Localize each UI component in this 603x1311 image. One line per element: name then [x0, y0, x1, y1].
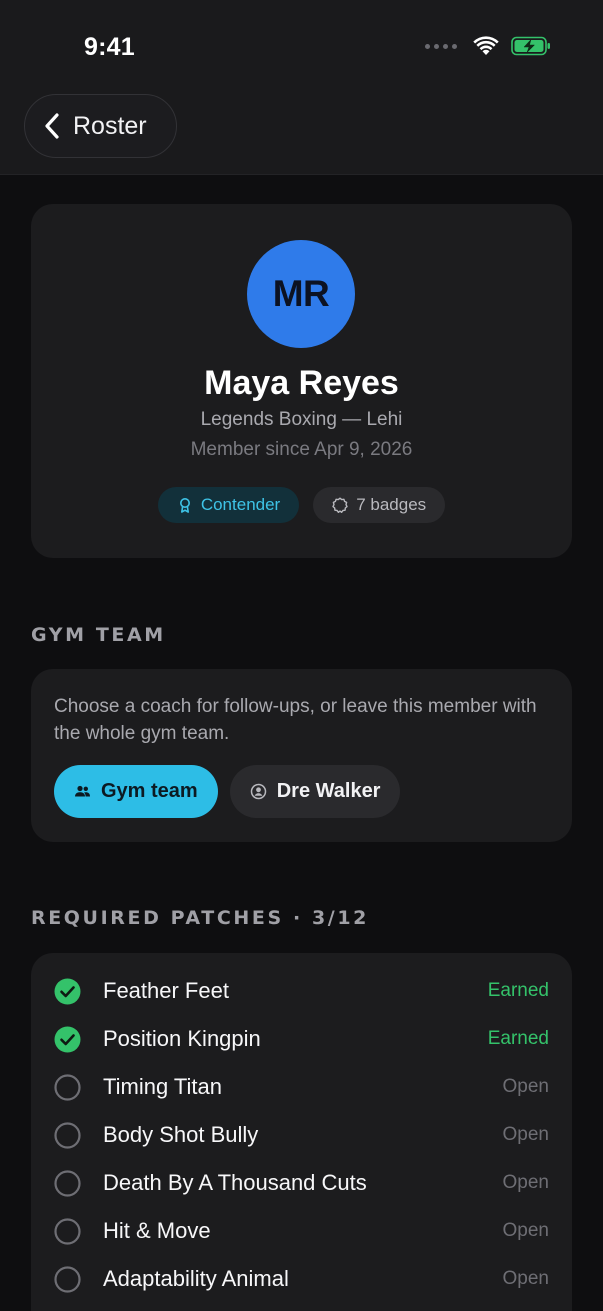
patch-status: Open — [502, 1220, 549, 1241]
patches-card: Feather Feet Earned Position Kingpin Ear… — [31, 953, 572, 1311]
member-since: Member since Apr 9, 2026 — [190, 439, 413, 460]
patch-row: Feather Feet Earned — [54, 971, 549, 1011]
empty-circle-icon — [54, 1265, 81, 1293]
patch-name: Feather Feet — [103, 978, 229, 1003]
avatar: MR — [247, 240, 355, 348]
badge-row: Contender 7 badges — [31, 487, 572, 523]
patch-row: Body Shot Bully Open — [54, 1115, 549, 1155]
top-bar: 9:41 Roster — [0, 0, 603, 175]
coach-selector: Gym team Dre Walker — [54, 765, 401, 818]
empty-circle-icon — [54, 1169, 81, 1197]
member-gym: Legends Boxing — Lehi — [200, 409, 403, 430]
rank-pill: Contender — [157, 487, 300, 523]
patch-status: Open — [502, 1124, 549, 1145]
badge-count: 7 badges — [356, 495, 427, 514]
empty-circle-icon — [54, 1217, 81, 1245]
badges-pill: 7 badges — [313, 487, 446, 523]
status-time: 9:41 — [84, 33, 135, 61]
gym-team-description: Choose a coach for follow-ups, or leave … — [54, 696, 537, 744]
patch-name: Timing Titan — [103, 1074, 223, 1099]
patch-row: Position Kingpin Earned — [54, 1019, 549, 1059]
battery-charging-icon — [511, 36, 550, 56]
check-circle-icon — [54, 1026, 81, 1052]
badge-icon — [332, 497, 348, 513]
back-label: Roster — [73, 111, 147, 140]
patch-row: Hit & Move Open — [54, 1211, 549, 1251]
patch-status: Earned — [487, 980, 549, 1001]
patch-row: Death By A Thousand Cuts Open — [54, 1163, 549, 1203]
wifi-icon — [473, 36, 499, 55]
patch-status: Earned — [487, 1028, 549, 1049]
profile-card: MR Maya Reyes Legends Boxing — Lehi Memb… — [31, 204, 572, 558]
patch-name: Body Shot Bully — [103, 1122, 259, 1147]
patch-name: Death By A Thousand Cuts — [103, 1170, 367, 1195]
patch-status: Open — [502, 1076, 549, 1097]
status-icons — [425, 36, 551, 56]
patch-name: Hit & Move — [103, 1218, 211, 1243]
person-circle-icon — [250, 783, 266, 800]
check-circle-icon — [54, 978, 81, 1004]
coach-option-dre-walker[interactable]: Dre Walker — [229, 765, 401, 818]
patch-row: Adaptability Animal Open — [54, 1259, 549, 1299]
patch-row: Timing Titan Open — [54, 1067, 549, 1107]
coach-option-label: Dre Walker — [276, 780, 381, 802]
patch-status: Open — [502, 1172, 549, 1193]
back-button[interactable]: Roster — [24, 94, 177, 158]
gym-team-title: GYM TEAM — [31, 624, 166, 646]
award-icon — [179, 498, 190, 513]
empty-circle-icon — [54, 1121, 81, 1149]
chevron-left-icon — [45, 113, 59, 139]
gym-team-option[interactable]: Gym team — [54, 765, 218, 818]
cellular-signal-icon — [425, 43, 457, 49]
gym-team-option-label: Gym team — [101, 780, 198, 802]
gym-team-card: Choose a coach for follow-ups, or leave … — [31, 669, 572, 842]
required-patches-title: REQUIRED PATCHES · 3/12 — [31, 907, 369, 929]
rank-label: Contender — [200, 495, 281, 514]
empty-circle-icon — [54, 1073, 81, 1101]
group-icon — [75, 785, 90, 797]
member-name: Maya Reyes — [204, 364, 399, 402]
patch-status: Open — [502, 1268, 549, 1289]
patch-name: Adaptability Animal — [103, 1266, 289, 1291]
patch-name: Position Kingpin — [103, 1026, 261, 1051]
